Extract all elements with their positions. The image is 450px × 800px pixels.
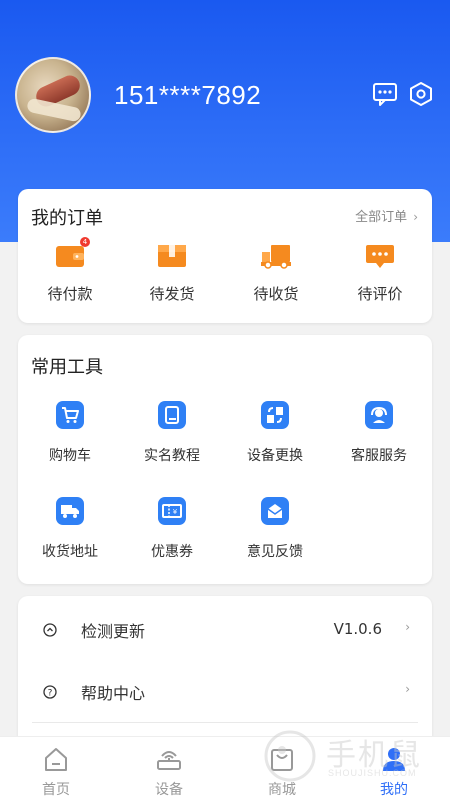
tool-device-replace[interactable]: 设备更换: [230, 401, 320, 465]
tab-label: 首页: [42, 782, 70, 798]
order-item-label: 待发货: [149, 285, 195, 303]
app-version: V1.0.6: [333, 620, 382, 638]
order-item-label: 待付款: [47, 285, 93, 303]
tool-customer-service[interactable]: 客服服务: [334, 401, 424, 465]
help-icon: ?: [43, 685, 57, 699]
chevron-right-icon: ›: [413, 210, 418, 224]
home-icon: [45, 748, 67, 771]
tool-label: 意见反馈: [247, 544, 303, 560]
swap-device-icon: [261, 401, 289, 429]
router-icon: [157, 751, 181, 770]
chevron-right-icon: ›: [405, 620, 410, 634]
delivery-truck-icon: [56, 497, 84, 525]
tool-label: 设备更换: [247, 448, 303, 464]
headset-icon: [365, 401, 393, 429]
orders-card: 我的订单 全部订单 › 4 待付款 待发货 待收货 待评价: [18, 189, 432, 323]
tab-home[interactable]: 首页: [16, 745, 96, 799]
help-center-label: 帮助中心: [81, 684, 146, 703]
order-item-label: 待评价: [357, 285, 403, 303]
cart-icon: [56, 401, 84, 429]
chat-bubble-icon[interactable]: [372, 81, 398, 107]
tool-label: 优惠券: [151, 544, 193, 560]
svg-text:¥: ¥: [173, 508, 178, 516]
order-pending-review[interactable]: 待评价: [340, 243, 420, 304]
all-orders-link[interactable]: 全部订单 ›: [355, 206, 418, 225]
order-item-label: 待收货: [253, 285, 299, 303]
settings-list-card: 检测更新 V1.0.6 › ? 帮助中心 ›: [18, 596, 432, 746]
tool-label: 实名教程: [144, 448, 200, 464]
tab-label: 设备: [155, 782, 183, 798]
order-pending-payment[interactable]: 4 待付款: [30, 237, 110, 304]
tool-coupons[interactable]: ¥ 优惠券: [127, 497, 217, 561]
all-orders-label: 全部订单: [355, 210, 408, 225]
feedback-envelope-icon: [261, 497, 289, 525]
order-pending-shipment[interactable]: 待发货: [132, 243, 212, 304]
orders-title: 我的订单: [31, 208, 103, 229]
watermark: 手机鼠 SHOUJISHU.COM: [262, 728, 432, 784]
tab-devices[interactable]: 设备: [129, 745, 209, 799]
user-phone[interactable]: 151****7892: [114, 80, 261, 111]
book-icon: [158, 401, 186, 429]
tool-cart[interactable]: 购物车: [25, 401, 115, 465]
wallet-icon: [56, 246, 84, 267]
coupon-icon: ¥: [158, 497, 186, 525]
update-icon: [43, 623, 57, 637]
check-update-row[interactable]: 检测更新 V1.0.6 ›: [18, 598, 432, 660]
tools-title: 常用工具: [31, 357, 103, 378]
tool-realname-tutorial[interactable]: 实名教程: [127, 401, 217, 465]
tool-label: 购物车: [49, 448, 91, 464]
divider: [32, 722, 418, 723]
comment-icon: [366, 245, 394, 268]
tool-shipping-address[interactable]: 收货地址: [25, 497, 115, 561]
mouse-logo-icon: [264, 730, 316, 782]
truck-icon: [261, 245, 291, 269]
hexagon-gear-icon[interactable]: [408, 81, 434, 107]
package-icon: [158, 245, 186, 267]
check-update-label: 检测更新: [81, 622, 146, 641]
avatar[interactable]: [15, 57, 91, 133]
tool-label: 客服服务: [351, 448, 407, 464]
order-pending-receipt[interactable]: 待收货: [236, 243, 316, 304]
watermark-subtext: SHOUJISHU.COM: [328, 768, 417, 778]
tool-feedback[interactable]: 意见反馈: [230, 497, 320, 561]
tools-card: 常用工具 购物车 实名教程 设备更换 客服服务 收货地址 ¥ 优惠券 意见反馈: [18, 335, 432, 584]
chevron-right-icon: ›: [405, 682, 410, 696]
help-center-row[interactable]: ? 帮助中心 ›: [18, 660, 432, 722]
svg-text:?: ?: [48, 689, 53, 699]
pending-payment-badge: 4: [80, 237, 90, 247]
tool-label: 收货地址: [42, 544, 98, 560]
